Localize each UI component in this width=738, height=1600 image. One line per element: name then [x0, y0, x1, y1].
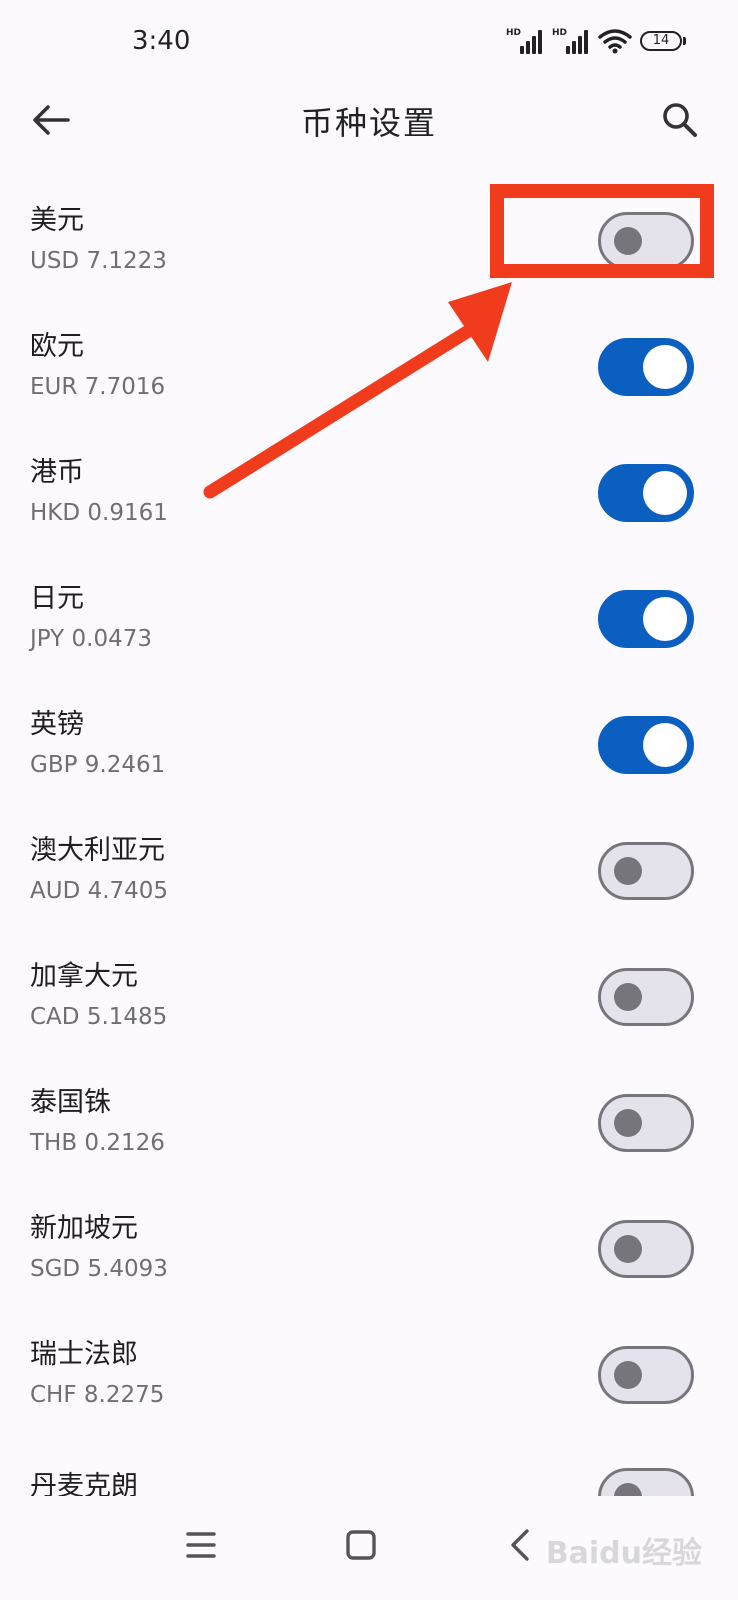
currency-rate: HKD 0.9161: [30, 500, 168, 526]
status-icons: HD HD 14: [506, 28, 686, 54]
currency-row-partial[interactable]: 丹麦克朗: [0, 1456, 738, 1496]
currency-row-sgd[interactable]: 新加坡元 SGD 5.4093: [0, 1186, 738, 1312]
currency-name: 新加坡元: [30, 1213, 138, 1244]
toggle-knob: [614, 227, 642, 255]
currency-row-aud[interactable]: 澳大利亚元 AUD 4.7405: [0, 808, 738, 934]
toggle-cad[interactable]: [598, 968, 694, 1026]
status-bar: 3:40 HD HD 14: [0, 0, 738, 84]
toggle-knob: [643, 597, 687, 641]
toggle-eur[interactable]: [598, 338, 694, 396]
toggle-chf[interactable]: [598, 1346, 694, 1404]
watermark: Baidu经验: [545, 1536, 702, 1571]
currency-list: 美元 USD 7.1223 欧元 EUR 7.7016 港币 HKD 0.916…: [0, 178, 738, 1438]
screen: 3:40 HD HD 14 币种设置 美元 USD 7.1223 欧元 EUR …: [0, 0, 738, 1600]
battery-level: 14: [640, 31, 682, 51]
currency-row-gbp[interactable]: 英镑 GBP 9.2461: [0, 682, 738, 808]
toggle-thb[interactable]: [598, 1094, 694, 1152]
toggle-knob: [614, 983, 642, 1011]
toggle-partial[interactable]: [598, 1468, 694, 1496]
currency-name: 港币: [30, 457, 84, 488]
search-button[interactable]: [660, 100, 700, 140]
currency-row-hkd[interactable]: 港币 HKD 0.9161: [0, 430, 738, 556]
toggle-aud[interactable]: [598, 842, 694, 900]
menu-icon: [186, 1532, 216, 1558]
toggle-knob: [614, 1109, 642, 1137]
currency-row-eur[interactable]: 欧元 EUR 7.7016: [0, 304, 738, 430]
page-title: 币种设置: [300, 104, 437, 142]
currency-rate: CAD 5.1485: [30, 1004, 168, 1030]
currency-row-jpy[interactable]: 日元 JPY 0.0473: [0, 556, 738, 682]
currency-name: 日元: [30, 583, 84, 614]
toggle-usd[interactable]: [598, 212, 694, 270]
app-bar: 币种设置: [0, 84, 738, 158]
nav-back-button[interactable]: [496, 1520, 546, 1570]
status-time: 3:40: [132, 26, 191, 56]
navigation-bar: Baidu经验: [0, 1496, 738, 1600]
home-square-icon: [346, 1530, 376, 1560]
currency-name: 澳大利亚元: [30, 835, 165, 866]
currency-name: 泰国铢: [30, 1087, 111, 1118]
toggle-knob: [614, 857, 642, 885]
currency-rate: SGD 5.4093: [30, 1256, 168, 1282]
toggle-jpy[interactable]: [598, 590, 694, 648]
search-icon: [663, 103, 697, 137]
toggle-hkd[interactable]: [598, 464, 694, 522]
currency-rate: USD 7.1223: [30, 248, 167, 274]
currency-rate: EUR 7.7016: [30, 374, 166, 400]
currency-rate: JPY 0.0473: [30, 626, 152, 652]
currency-name: 丹麦克朗: [30, 1471, 138, 1496]
signal-hd-label-2: HD: [552, 28, 568, 38]
toggle-sgd[interactable]: [598, 1220, 694, 1278]
home-button[interactable]: [336, 1520, 386, 1570]
currency-rate: CHF 8.2275: [30, 1382, 165, 1408]
currency-rate: AUD 4.7405: [30, 878, 169, 904]
currency-name: 英镑: [30, 709, 84, 740]
currency-row-thb[interactable]: 泰国铢 THB 0.2126: [0, 1060, 738, 1186]
currency-name: 瑞士法郎: [30, 1339, 138, 1370]
toggle-knob: [643, 723, 687, 767]
signal-hd-label: HD: [506, 28, 522, 38]
currency-name: 美元: [30, 205, 84, 236]
wifi-icon: [598, 29, 632, 54]
signal-icon-2: HD: [552, 28, 590, 54]
toggle-knob: [643, 471, 687, 515]
toggle-knob: [614, 1483, 642, 1496]
toggle-knob: [614, 1235, 642, 1263]
battery-icon: 14: [640, 31, 686, 51]
currency-rate: THB 0.2126: [30, 1130, 165, 1156]
currency-rate: GBP 9.2461: [30, 752, 166, 778]
toggle-knob: [614, 1361, 642, 1389]
currency-row-usd[interactable]: 美元 USD 7.1223: [0, 178, 738, 304]
menu-button[interactable]: [176, 1520, 226, 1570]
currency-name: 加拿大元: [30, 961, 138, 992]
signal-icon: HD: [506, 28, 544, 54]
toggle-knob: [643, 345, 687, 389]
toggle-gbp[interactable]: [598, 716, 694, 774]
chevron-left-icon: [511, 1529, 529, 1561]
currency-name: 欧元: [30, 331, 84, 362]
currency-row-cad[interactable]: 加拿大元 CAD 5.1485: [0, 934, 738, 1060]
currency-row-chf[interactable]: 瑞士法郎 CHF 8.2275: [0, 1312, 738, 1438]
